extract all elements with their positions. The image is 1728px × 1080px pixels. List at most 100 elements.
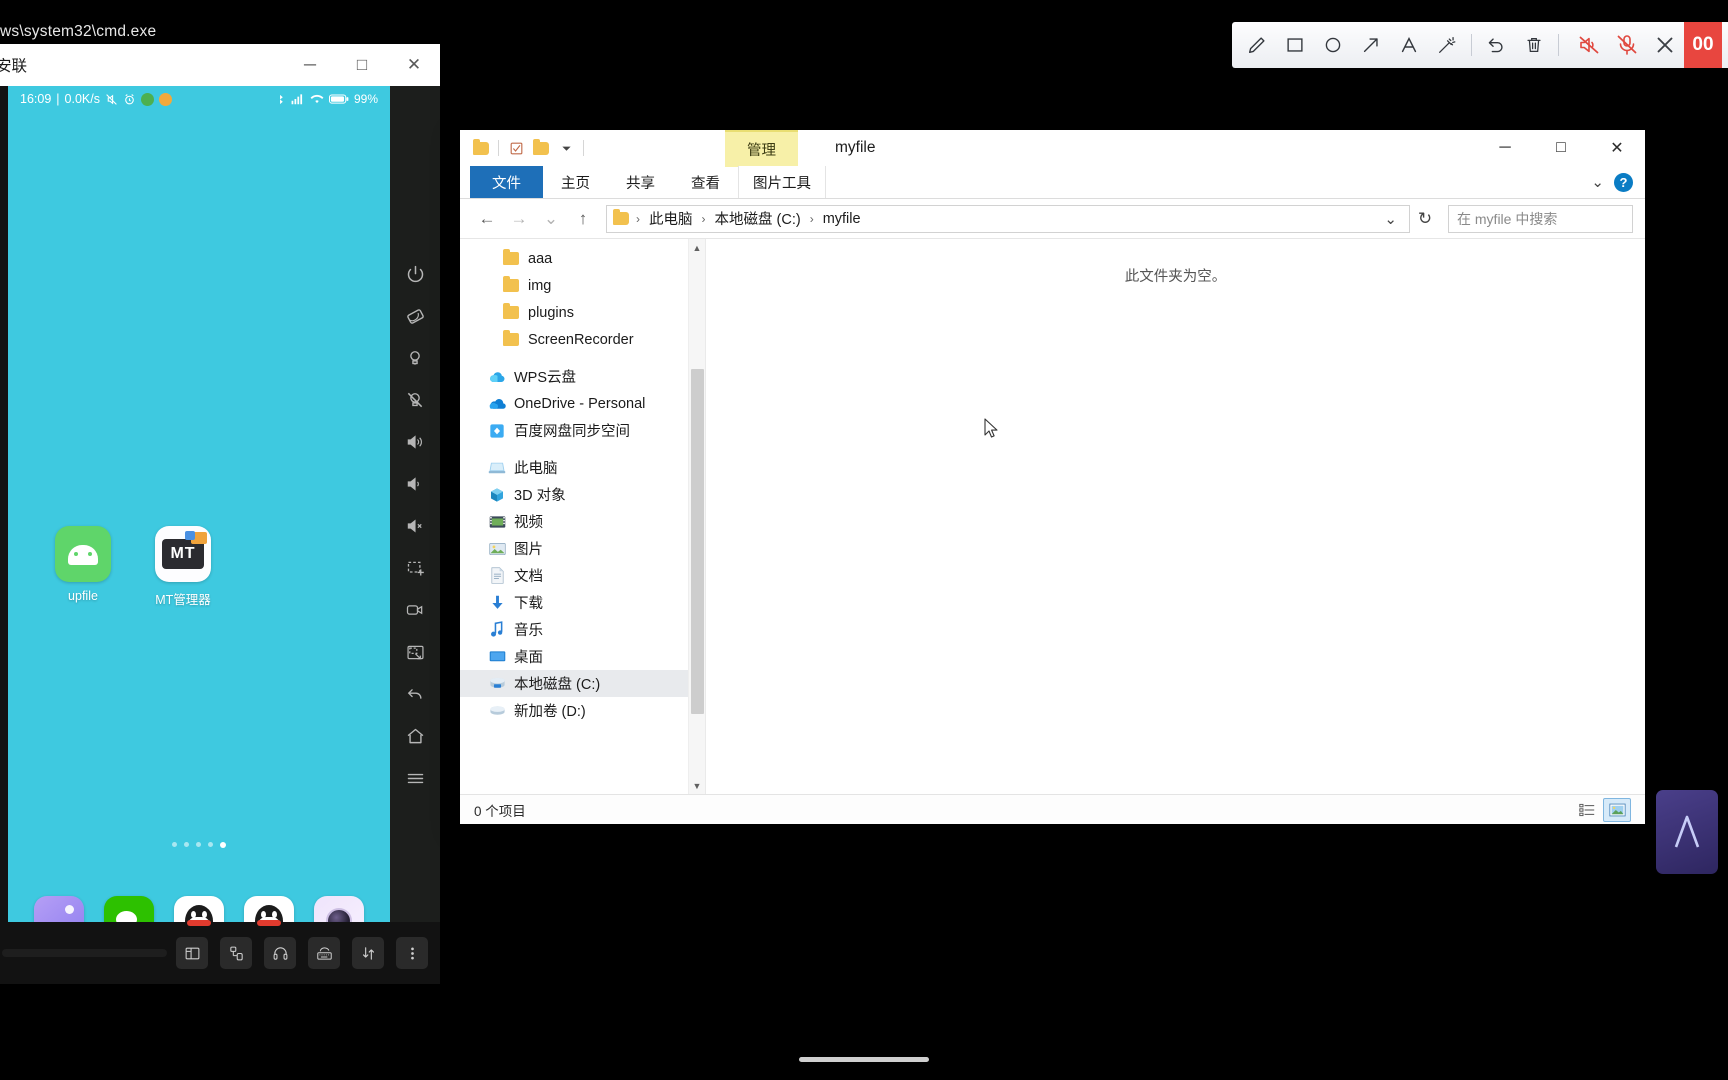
audio-icon[interactable] — [264, 937, 296, 969]
details-view-button[interactable] — [1573, 798, 1601, 822]
nav-item-new-volume-d[interactable]: 新加卷 (D:) — [460, 697, 705, 724]
status-sep: | — [56, 92, 60, 106]
nav-item-img[interactable]: img — [460, 272, 705, 299]
nav-item-onedrive[interactable]: OneDrive - Personal — [460, 390, 705, 417]
chevron-down-icon[interactable] — [555, 137, 577, 159]
scrollbar-thumb[interactable] — [691, 369, 704, 714]
breadcrumb-item-this-pc[interactable]: 此电脑 — [644, 206, 698, 231]
volume-down-icon[interactable] — [398, 471, 432, 497]
mic-muted-icon[interactable] — [1608, 26, 1646, 64]
nav-item-documents[interactable]: 文档 — [460, 562, 705, 589]
breadcrumb[interactable]: › 此电脑 › 本地磁盘 (C:) › myfile ⌄ — [606, 204, 1410, 233]
volume-mute-icon[interactable] — [398, 513, 432, 539]
mirror-maximize-button[interactable]: □ — [336, 44, 388, 86]
nav-item-label: aaa — [528, 250, 553, 267]
nav-item-videos[interactable]: 视频 — [460, 508, 705, 535]
delete-icon[interactable] — [1515, 26, 1553, 64]
navigation-scrollbar[interactable]: ▲ ▼ — [688, 239, 705, 794]
forward-button[interactable]: → — [504, 205, 534, 233]
nav-item-pictures[interactable]: 图片 — [460, 535, 705, 562]
explorer-close-button[interactable]: ✕ — [1589, 130, 1645, 166]
nav-item-this-pc[interactable]: 此电脑 — [460, 454, 705, 481]
tab-file[interactable]: 文件 — [470, 166, 543, 198]
documents-icon — [488, 567, 506, 584]
scroll-up-icon[interactable]: ▲ — [689, 239, 705, 256]
menu-icon[interactable] — [398, 765, 432, 791]
undo-icon[interactable] — [1477, 26, 1515, 64]
mirror-minimize-button[interactable]: ─ — [284, 44, 336, 86]
scroll-down-icon[interactable]: ▼ — [689, 777, 705, 794]
rectangle-icon[interactable] — [1276, 26, 1314, 64]
breadcrumb-item-local-disk[interactable]: 本地磁盘 (C:) — [710, 206, 806, 231]
nav-item-label: 3D 对象 — [514, 488, 566, 504]
file-list-area[interactable]: 此文件夹为空。 — [706, 239, 1645, 794]
phone-screen[interactable]: 16:09 | 0.0K/s 99% upfile MT MT管理器 — [8, 86, 390, 966]
nav-item-wps-cloud[interactable]: WPS云盘 — [460, 363, 705, 390]
tab-home[interactable]: 主页 — [543, 166, 608, 198]
nav-item-aaa[interactable]: aaa — [460, 245, 705, 272]
new-folder-icon[interactable] — [530, 137, 552, 159]
nav-item-downloads[interactable]: 下载 — [460, 589, 705, 616]
record-video-icon[interactable] — [398, 597, 432, 623]
arrow-icon[interactable] — [1352, 26, 1390, 64]
recording-timer-badge[interactable]: 00 — [1684, 22, 1722, 68]
nav-item-local-disk-c[interactable]: 本地磁盘 (C:) — [460, 670, 705, 697]
mirror-bottom-toolbar — [0, 922, 440, 984]
screenshot-icon[interactable] — [398, 555, 432, 581]
checkbox-icon[interactable] — [505, 137, 527, 159]
ellipse-icon[interactable] — [1314, 26, 1352, 64]
pencil-icon[interactable] — [1238, 26, 1276, 64]
mirror-close-button[interactable]: ✕ — [388, 44, 440, 86]
tab-view[interactable]: 查看 — [673, 166, 738, 198]
usb-device-icon[interactable] — [220, 937, 252, 969]
breadcrumb-separator: › — [636, 211, 640, 226]
nav-item-plugins[interactable]: plugins — [460, 299, 705, 326]
back-icon[interactable] — [398, 681, 432, 707]
folder-icon[interactable] — [470, 137, 492, 159]
layout-icon[interactable] — [176, 937, 208, 969]
nav-item-desktop[interactable]: 桌面 — [460, 643, 705, 670]
bluetooth-icon — [280, 94, 283, 104]
refresh-button[interactable]: ↻ — [1412, 206, 1438, 232]
rotate-screen-icon[interactable] — [398, 303, 432, 329]
tab-share[interactable]: 共享 — [608, 166, 673, 198]
light-on-icon[interactable] — [398, 345, 432, 371]
app-label: upfile — [68, 589, 98, 603]
explorer-window-controls: ─ □ ✕ — [1477, 130, 1645, 166]
address-dropdown-icon[interactable]: ⌄ — [1378, 210, 1403, 228]
app-upfile[interactable]: upfile — [52, 526, 114, 608]
status-bar: 0 个项目 — [460, 794, 1645, 824]
up-button[interactable]: ↑ — [568, 205, 598, 233]
large-icons-view-button[interactable] — [1603, 797, 1631, 822]
tab-picture-tools[interactable]: 图片工具 — [738, 166, 826, 198]
volume-icon — [488, 702, 506, 719]
close-icon[interactable] — [1646, 26, 1684, 64]
power-icon[interactable] — [398, 261, 432, 287]
bottom-bar-buttons — [176, 937, 440, 969]
app-mt-manager[interactable]: MT MT管理器 — [152, 526, 214, 608]
more-icon[interactable] — [396, 937, 428, 969]
light-off-icon[interactable] — [398, 387, 432, 413]
keyboard-icon[interactable] — [308, 937, 340, 969]
back-button[interactable]: ← — [472, 205, 502, 233]
ribbon-expand-icon[interactable]: ⌄ — [1591, 173, 1604, 191]
text-icon[interactable] — [1390, 26, 1428, 64]
volume-up-icon[interactable] — [398, 429, 432, 455]
explorer-maximize-button[interactable]: □ — [1533, 130, 1589, 166]
nav-item-screenrecorder[interactable]: ScreenRecorder — [460, 326, 705, 353]
home-icon[interactable] — [398, 723, 432, 749]
nav-item-baidu-netdisk[interactable]: 百度网盘同步空间 — [460, 417, 705, 444]
explorer-minimize-button[interactable]: ─ — [1477, 130, 1533, 166]
breadcrumb-item-myfile[interactable]: myfile — [818, 209, 866, 229]
nav-item-music[interactable]: 音乐 — [460, 616, 705, 643]
transfer-icon[interactable] — [352, 937, 384, 969]
search-box[interactable] — [1448, 204, 1638, 233]
region-capture-icon[interactable] — [398, 639, 432, 665]
speaker-muted-icon[interactable] — [1570, 26, 1608, 64]
help-icon[interactable]: ? — [1614, 172, 1633, 192]
nav-item-label: 新加卷 (D:) — [514, 704, 586, 720]
search-input[interactable] — [1457, 210, 1638, 227]
magic-wand-icon[interactable] — [1428, 26, 1466, 64]
nav-item-3d-objects[interactable]: 3D 对象 — [460, 481, 705, 508]
recent-locations-button[interactable]: ⌄ — [536, 205, 566, 233]
